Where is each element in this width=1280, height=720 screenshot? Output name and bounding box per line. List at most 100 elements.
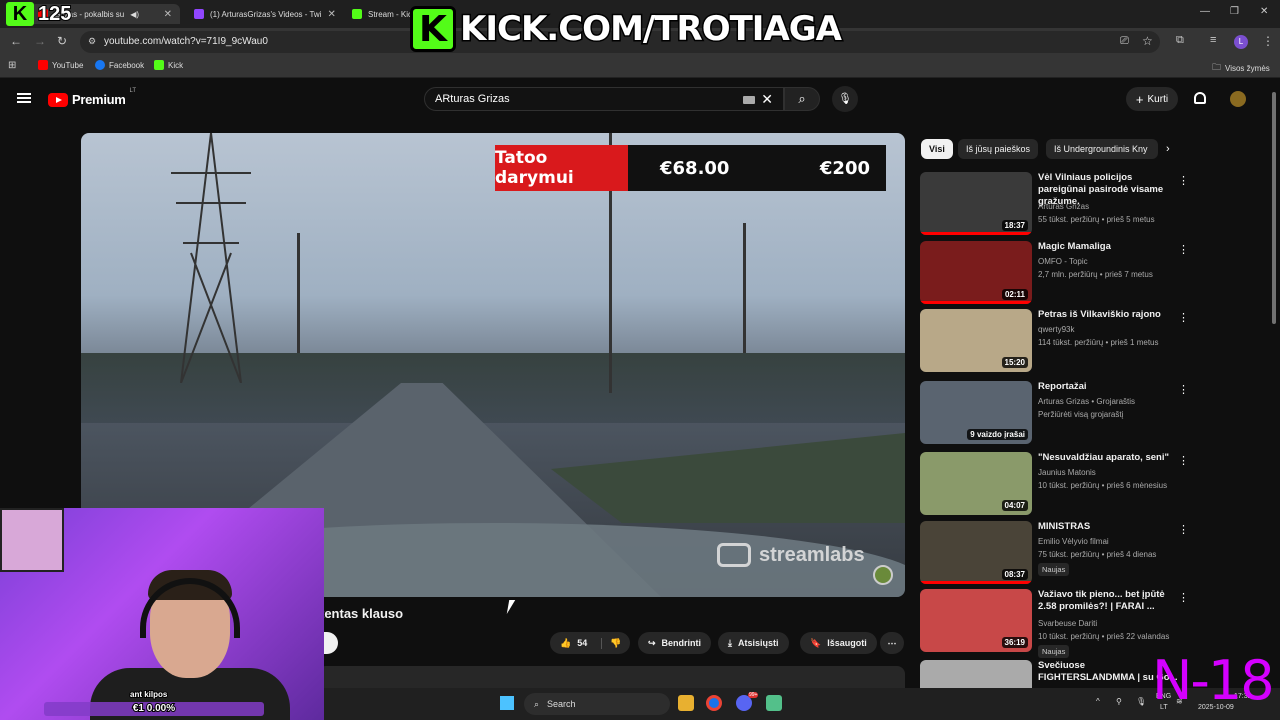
recommendation-channel[interactable]: Arturas Grizas • Grojaraštis: [1038, 397, 1135, 406]
recommendation-channel[interactable]: Jaunius Matonis: [1038, 468, 1096, 477]
bookmark-youtube[interactable]: YouTube: [38, 60, 83, 70]
video-thumbnail[interactable]: 18:37: [920, 172, 1032, 235]
back-icon[interactable]: ←: [10, 34, 22, 48]
all-bookmarks[interactable]: 🗀 Visos žymės: [1212, 60, 1270, 76]
recommendation-channel[interactable]: Svarbeuse Dariti: [1038, 619, 1097, 628]
chip-from-channel[interactable]: Iš Undergroundinis Kny: [1046, 139, 1158, 159]
site-info-icon[interactable]: ⚙: [88, 36, 96, 47]
close-icon[interactable]: ✕: [164, 9, 172, 20]
bookmark-facebook[interactable]: Facebook: [95, 60, 144, 70]
save-button[interactable]: 🔖 Išsaugoti: [800, 632, 877, 654]
recommendation-meta: 2,7 mln. peržiūrų • prieš 7 metus: [1038, 270, 1153, 279]
keyboard-icon[interactable]: [743, 96, 755, 104]
reload-icon[interactable]: ↻: [57, 34, 67, 48]
tray-chevron-icon[interactable]: ^: [1096, 697, 1100, 706]
recommendation-item[interactable]: 02:11 Magic Mamaliga OMFO - Topic 2,7 mln. …: [920, 241, 1190, 305]
apps-grid-icon[interactable]: ⊞: [8, 60, 16, 71]
cast-icon[interactable]: ⎚: [1120, 35, 1129, 48]
video-thumbnail[interactable]: 08:37: [920, 521, 1032, 584]
more-vertical-icon[interactable]: ⋮: [1178, 454, 1189, 467]
windows-start-icon[interactable]: [500, 696, 514, 710]
extensions-icon[interactable]: ⧉: [1176, 34, 1184, 47]
goal-target: €200: [819, 157, 870, 179]
bookmark-kick[interactable]: Kick: [154, 60, 183, 70]
search-button[interactable]: ⌕: [784, 87, 820, 111]
recommendation-channel[interactable]: Emilio Vėlyvio filmai: [1038, 537, 1109, 546]
video-thumbnail[interactable]: 02:11: [920, 241, 1032, 304]
maximize-icon[interactable]: ❐: [1230, 6, 1239, 17]
video-thumbnail[interactable]: 36:19: [920, 589, 1032, 652]
close-icon[interactable]: ✕: [328, 9, 336, 20]
tab-twitch[interactable]: (1) ArturasGrizas's Videos - Twi ✕: [186, 4, 336, 24]
share-icon: ↪: [648, 637, 656, 648]
video-thumbnail[interactable]: 9 vaizdo įrašai: [920, 381, 1032, 444]
media-icon[interactable]: ≡: [1210, 34, 1216, 46]
more-vertical-icon[interactable]: ⋮: [1178, 311, 1189, 324]
tab-kick[interactable]: Stream - Kic: [344, 4, 414, 24]
watch-progress-bar: [920, 232, 1032, 235]
chip-from-search[interactable]: Iš jūsų paieškos: [958, 139, 1039, 159]
recommendation-title[interactable]: MINISTRAS: [1038, 521, 1178, 533]
microphone-icon[interactable]: 🎙: [1136, 697, 1146, 706]
youtube-header: Premium LT ARturas Grizas ✕ ⌕ 🎙 + Kurti: [0, 80, 1280, 118]
recommendation-channel[interactable]: qwerty93k: [1038, 325, 1074, 334]
profile-avatar[interactable]: L: [1234, 35, 1248, 49]
thumbs-down-icon[interactable]: 👎: [601, 637, 621, 649]
account-avatar[interactable]: [1230, 91, 1246, 107]
mic-icon[interactable]: 🎙: [832, 86, 858, 112]
recommendation-title[interactable]: Magic Mamaliga: [1038, 241, 1178, 253]
recommendation-item[interactable]: 9 vaizdo įrašai Reportažai Arturas Grizas …: [920, 381, 1190, 445]
more-horizontal-icon: ⋯: [887, 637, 897, 648]
file-explorer-icon[interactable]: [678, 695, 694, 711]
kick-icon: [352, 9, 362, 19]
bookmark-star-icon[interactable]: ☆: [1142, 34, 1153, 48]
chevron-right-icon[interactable]: ›: [1166, 143, 1170, 155]
channel-watermark-icon[interactable]: [873, 565, 893, 585]
more-vertical-icon[interactable]: ⋮: [1178, 591, 1189, 604]
bookmark-label: Facebook: [109, 60, 145, 70]
more-vertical-icon[interactable]: ⋮: [1178, 523, 1189, 536]
share-button[interactable]: ↪ Bendrinti: [638, 632, 712, 654]
recommendation-channel[interactable]: OMFO - Topic: [1038, 257, 1088, 266]
close-window-icon[interactable]: ✕: [1260, 6, 1268, 17]
more-vertical-icon[interactable]: ⋮: [1178, 243, 1189, 256]
network-icon[interactable]: ⚲: [1116, 697, 1122, 706]
youtube-premium-logo[interactable]: Premium LT: [48, 88, 136, 107]
video-thumbnail[interactable]: 15:20: [920, 309, 1032, 372]
recommendation-title[interactable]: "Nesuvaldžiau aparato, seni": [1038, 452, 1178, 464]
taskbar-search-label: Search: [547, 699, 576, 709]
search-input[interactable]: ARturas Grizas ✕: [424, 87, 784, 111]
recommendation-title[interactable]: Petras iš Vilkaviškio rajono: [1038, 309, 1178, 321]
download-button[interactable]: ⤓ Atsisiųsti: [718, 632, 789, 654]
app-icon[interactable]: [766, 695, 782, 711]
video-thumbnail[interactable]: 04:07: [920, 452, 1032, 515]
create-button[interactable]: + Kurti: [1126, 87, 1178, 111]
minimize-icon[interactable]: —: [1200, 6, 1210, 17]
more-vertical-icon[interactable]: ⋮: [1178, 174, 1189, 187]
chrome-icon[interactable]: [706, 695, 722, 711]
recommendation-item[interactable]: 15:20 Petras iš Vilkaviškio rajono qwerty9…: [920, 309, 1190, 373]
browser-menu-icon[interactable]: ⋮: [1262, 34, 1274, 48]
discord-badge: 99+: [748, 692, 759, 698]
like-button[interactable]: 👍 54 👎: [550, 632, 630, 654]
recommendation-item[interactable]: 36:19 Važiavo tik pieno... bet įpūtė 2.58…: [920, 589, 1190, 658]
speaker-icon[interactable]: ◀): [130, 10, 139, 19]
page-scrollbar[interactable]: [1272, 92, 1276, 324]
goal-label: Tatoo darymui: [495, 145, 628, 191]
more-vertical-icon[interactable]: ⋮: [1178, 383, 1189, 396]
recommendation-item[interactable]: 04:07 "Nesuvaldžiau aparato, seni" Jaunius…: [920, 452, 1190, 516]
more-actions-button[interactable]: ⋯: [880, 632, 904, 654]
forward-icon[interactable]: →: [34, 34, 46, 48]
recommendation-title[interactable]: Važiavo tik pieno... bet įpūtė 2.58 prom…: [1038, 589, 1178, 613]
country-code: LT: [129, 88, 137, 94]
recommendation-item[interactable]: 08:37 MINISTRAS Emilio Vėlyvio filmai 75 tū…: [920, 521, 1190, 585]
taskbar-search[interactable]: ⌕ Search: [524, 693, 670, 715]
recommendation-item[interactable]: 18:37 Vėl Vilniaus policijos pareigūnai p…: [920, 172, 1190, 236]
recommendation-channel[interactable]: Arturas Grizas: [1038, 202, 1089, 211]
youtube-icon: [38, 60, 48, 70]
notifications-bell-icon[interactable]: [1194, 92, 1206, 104]
clear-search-icon[interactable]: ✕: [761, 91, 773, 108]
chip-all[interactable]: Visi: [921, 139, 953, 159]
recommendation-title[interactable]: Reportažai: [1038, 381, 1178, 393]
hamburger-menu-icon[interactable]: [17, 93, 31, 103]
